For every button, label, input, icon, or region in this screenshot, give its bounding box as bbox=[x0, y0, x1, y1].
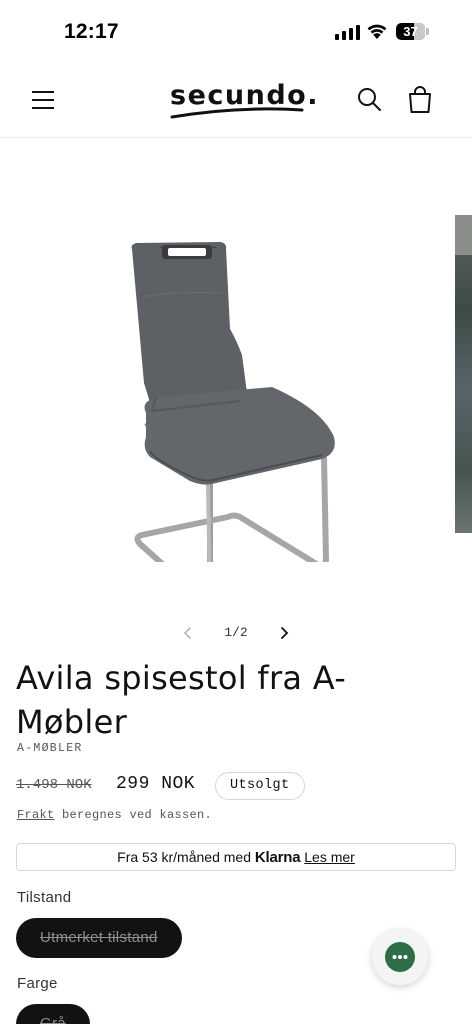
product-image[interactable] bbox=[112, 187, 352, 562]
color-label: Farge bbox=[17, 975, 58, 992]
shipping-link[interactable]: Frakt bbox=[17, 808, 55, 822]
chevron-right-icon[interactable] bbox=[274, 623, 294, 643]
klarna-banner[interactable]: Fra 53 kr/måned med Klarna Les mer bbox=[16, 843, 456, 871]
sold-out-badge: Utsolgt bbox=[215, 772, 305, 800]
cellular-signal-icon bbox=[335, 24, 360, 40]
site-logo[interactable]: secundo. bbox=[166, 76, 317, 122]
klarna-text: Fra 53 kr/måned med bbox=[117, 849, 255, 865]
shipping-note: Frakt beregnes ved kassen. bbox=[17, 808, 212, 822]
logo-swoosh-icon bbox=[170, 107, 304, 119]
menu-icon[interactable] bbox=[28, 86, 60, 114]
gallery-counter: 1/2 bbox=[224, 625, 248, 640]
shipping-text: beregnes ved kassen. bbox=[54, 808, 213, 822]
product-title: Avila spisestol fra A-Møbler bbox=[16, 659, 347, 741]
chevron-left-icon[interactable] bbox=[178, 623, 198, 643]
klarna-read-more-link[interactable]: Les mer bbox=[304, 849, 355, 865]
status-bar: 12:17 37 bbox=[0, 0, 472, 62]
condition-option[interactable]: Utmerket tilstand bbox=[16, 918, 182, 958]
wifi-icon bbox=[367, 24, 387, 39]
battery-level: 37 bbox=[403, 24, 418, 39]
condition-label: Tilstand bbox=[17, 889, 72, 906]
gallery-pager: 1/2 bbox=[170, 620, 300, 646]
price-row: 1.498 NOK 299 NOK Utsolgt bbox=[16, 772, 456, 800]
chat-button[interactable] bbox=[372, 929, 428, 985]
price-regular: 1.498 NOK bbox=[16, 777, 92, 793]
price-sale: 299 NOK bbox=[116, 774, 196, 794]
chat-icon bbox=[385, 942, 415, 972]
cart-icon[interactable] bbox=[403, 84, 437, 116]
battery-icon: 37 bbox=[396, 23, 429, 40]
klarna-logo: Klarna bbox=[254, 849, 301, 866]
search-icon[interactable] bbox=[354, 84, 386, 116]
status-time: 12:17 bbox=[64, 20, 119, 43]
product-vendor: A-MØBLER bbox=[17, 742, 83, 755]
site-header: secundo. bbox=[0, 62, 472, 138]
color-option[interactable]: Grå bbox=[16, 1004, 90, 1024]
product-gallery[interactable] bbox=[0, 139, 472, 609]
next-product-image-peek[interactable] bbox=[455, 215, 472, 533]
